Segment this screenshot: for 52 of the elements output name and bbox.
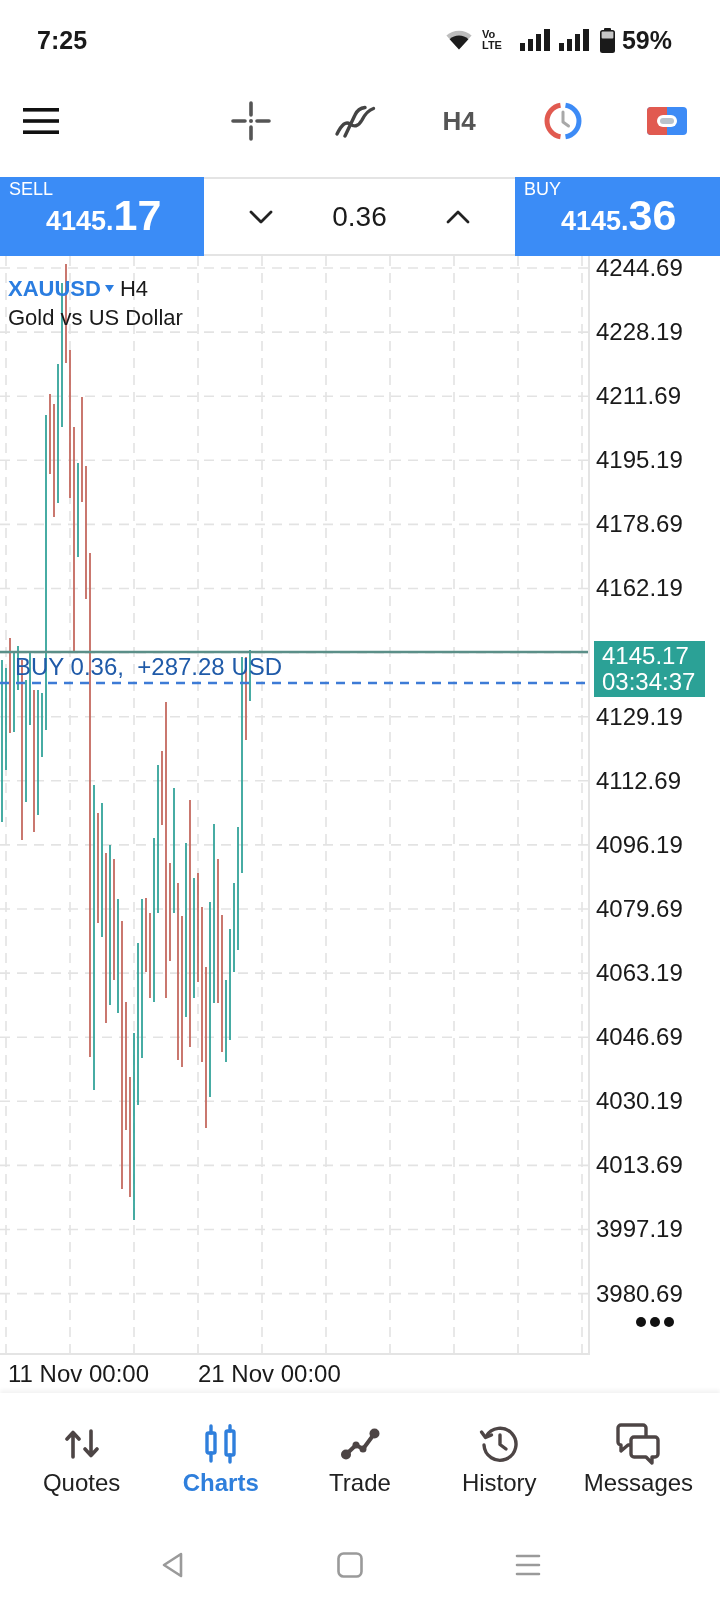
curve-icon[interactable] — [334, 104, 376, 138]
chat-bubbles-icon — [616, 1423, 661, 1465]
line-chart-icon — [340, 1428, 380, 1460]
price-axis-label: 4162.19 — [595, 576, 683, 601]
price-axis-label: 3997.19 — [595, 1217, 683, 1242]
more-icon[interactable] — [636, 1317, 674, 1327]
history-icon — [479, 1424, 520, 1464]
time-axis-label: 21 Nov 00:00 — [198, 1360, 342, 1388]
clock-icon[interactable] — [544, 102, 582, 140]
time-axis-label: 11 Nov 00:00 — [8, 1360, 150, 1388]
price-axis-label: 4228.19 — [595, 320, 683, 345]
price-axis-label: 4046.69 — [595, 1025, 683, 1050]
menu-icon[interactable] — [23, 108, 59, 134]
price-axis-label: 4013.69 — [595, 1153, 683, 1178]
price-axis-label: 4178.69 — [595, 512, 683, 537]
bar-countdown: 03:34:37 — [602, 668, 697, 695]
nav-tab[interactable]: History — [429, 1393, 569, 1525]
volume-field[interactable]: 0.36 — [332, 199, 387, 234]
home-icon[interactable] — [337, 1551, 363, 1578]
toggle-icon[interactable] — [647, 107, 687, 135]
timeframe-button[interactable]: H4 — [442, 105, 476, 137]
wifi-icon — [446, 30, 472, 50]
clock-time: 7:25 — [37, 25, 88, 55]
price-axis-label: 4211.69 — [595, 384, 681, 409]
recents-icon[interactable] — [515, 1553, 541, 1576]
volte-indicator: Vo LTE — [482, 29, 502, 51]
signal-icon — [519, 29, 550, 51]
nav-tab[interactable]: Messages — [568, 1393, 708, 1525]
price-axis-label: 4244.69 — [595, 256, 683, 280]
price-axis-label: 4195.19 — [595, 448, 683, 473]
price-axis-label: 4096.19 — [595, 832, 683, 857]
price-axis-label: 4112.69 — [595, 768, 681, 793]
nav-tab[interactable]: Charts — [151, 1393, 291, 1525]
crosshair-icon[interactable] — [231, 101, 271, 141]
price-axis-label: 3980.69 — [595, 1281, 683, 1306]
candlestick-icon — [204, 1424, 237, 1464]
battery-icon — [599, 27, 615, 53]
chart-timeframe: H4 — [119, 275, 149, 303]
price-axis-label: 4129.19 — [595, 704, 683, 729]
sort-arrows-icon — [64, 1429, 99, 1459]
current-price: 4145.17 — [602, 642, 690, 669]
chevron-up-icon[interactable] — [445, 209, 470, 224]
nav-tab[interactable]: Trade — [290, 1393, 430, 1525]
price-axis-label: 4079.69 — [595, 896, 683, 921]
price-axis-label: 4063.19 — [595, 961, 683, 986]
price-axis-label: 4030.19 — [595, 1089, 683, 1114]
caret-icon[interactable] — [104, 285, 114, 292]
nav-tab[interactable]: Quotes — [12, 1393, 152, 1525]
chevron-down-icon[interactable] — [249, 209, 274, 224]
battery-percent: 59% — [621, 25, 672, 55]
signal-icon — [558, 29, 589, 51]
back-icon[interactable] — [160, 1550, 184, 1579]
